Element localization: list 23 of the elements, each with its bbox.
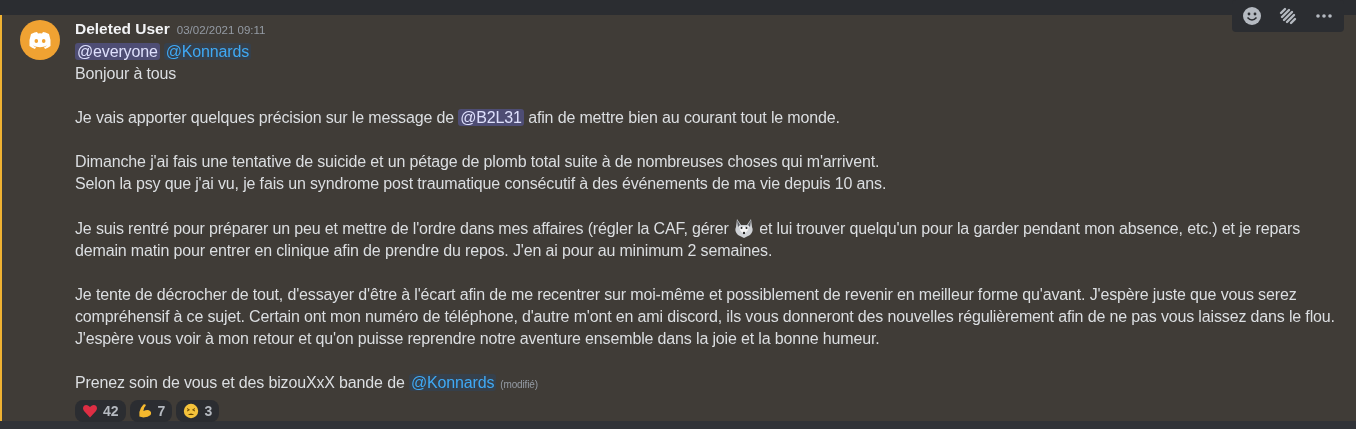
- reaction-button[interactable]: 42: [75, 400, 126, 422]
- username[interactable]: Deleted User: [75, 18, 170, 40]
- role-mention[interactable]: @everyone: [75, 43, 160, 60]
- tired-face-icon: [183, 403, 200, 419]
- message-paragraph: Je vais apporter quelques précision sur le message de @B2L31 afin de mettre bien au courant tout le monde.: [75, 108, 841, 128]
- emoji-icon[interactable]: [1242, 6, 1262, 26]
- dog-icon: [732, 217, 755, 239]
- message-paragraph: @everyone @Konnards Bonjour à tous: [75, 42, 253, 84]
- edited-label: (modifié): [500, 379, 538, 390]
- heart-icon: [82, 403, 98, 419]
- message-paragraph: Prenez soin de vous et des bizouXxX bande de @Konnards (modifié): [75, 373, 539, 393]
- user-mention[interactable]: @Konnards: [408, 374, 497, 391]
- flexed-arm-icon: [136, 403, 153, 419]
- message-paragraph: Dimanche j'ai fais une tentative de suicide et un pétage de plomb total suite à de nombreuses choses qui m'arrivent. Selon la psy que j'ai vu, je fais un syndrome post traumatique consécutif à des événements de ma vie depuis 10 ans.: [75, 152, 888, 194]
- role-mention[interactable]: @B2L31: [458, 109, 524, 126]
- message-paragraph: Je tente de décrocher de tout, d'essayer d'être à l'écart afin de me recentrer sur moi-même et possiblement de revenir en meilleur forme qu'avant. J'espère juste que vous serez compréhensif à ce sujet. Certain ont mon numéro de téléphone, d'autre m'ont en ami discord, ils vous donneront des nouvelles régulièrement afin de ne pas vous laissez dans le flou. J'espère vous voir à mon retour et qu'on puisse reprendre notre aventure ensemble dans la joie et la bonne humeur.: [75, 285, 1335, 349]
- avatar-icon[interactable]: [20, 20, 60, 60]
- super-reaction-icon[interactable]: [1278, 6, 1298, 26]
- reaction-button[interactable]: 3: [176, 400, 220, 422]
- timestamp: 03/02/2021 09:11: [176, 23, 266, 38]
- user-mention[interactable]: @Konnards: [163, 43, 252, 60]
- reaction-button[interactable]: 7: [129, 400, 173, 422]
- message-paragraph: Je suis rentré pour préparer un peu et mettre de l'ordre dans mes affaires (régler la CAF, gérer et lui trouver quelqu'un pour la garder pendant mon absence, etc.) et je repars demain matin pour entrer en clinique afin de prendre du repos. J'en ai pour au minimum 2 semaines.: [75, 217, 1335, 262]
